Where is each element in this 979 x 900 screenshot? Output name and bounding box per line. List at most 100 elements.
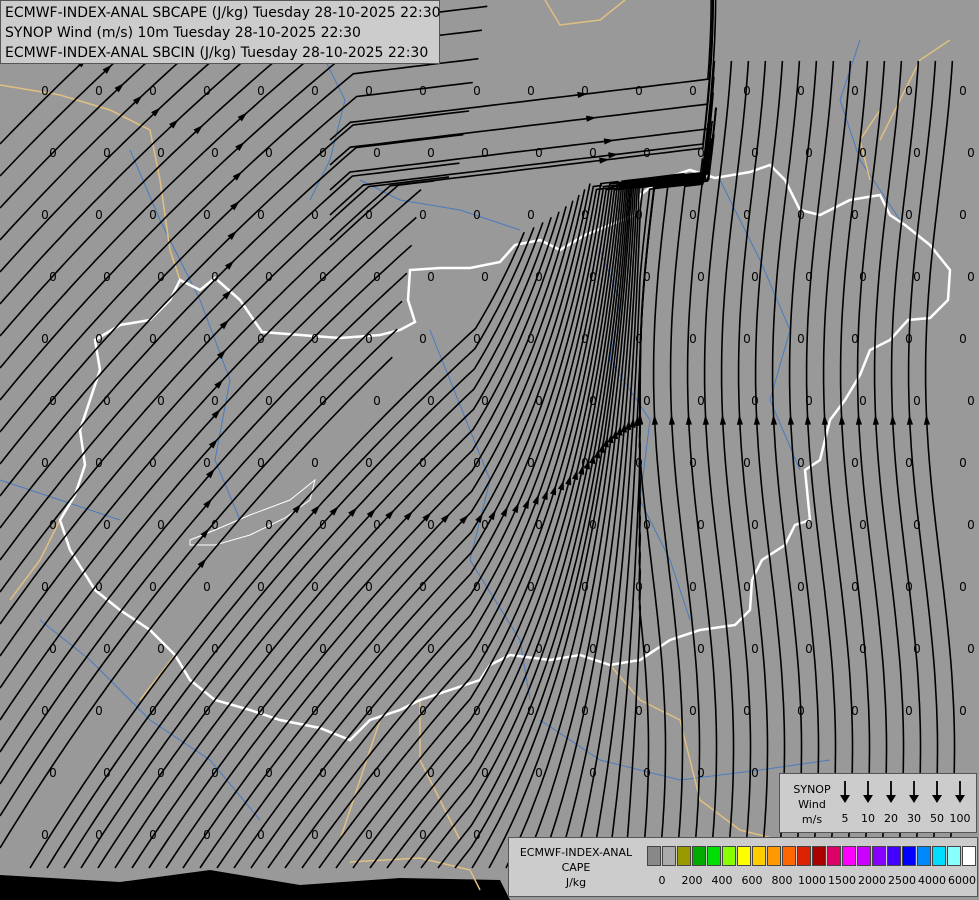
synop-legend-value: 50 [930,812,944,825]
cape-value-label: 0 [751,270,759,284]
cape-value-label: 0 [41,828,49,842]
cape-value-label: 0 [859,642,867,656]
cape-value-label: 0 [581,580,589,594]
wind-arrow-icon [863,781,873,803]
cape-value-label: 0 [103,890,111,900]
cape-value-label: 0 [959,580,967,594]
cape-value-label: 0 [319,270,327,284]
cape-color-swatch [707,846,721,866]
cape-legend-title: ECMWF-INDEX-ANAL CAPE J/kg [511,845,641,890]
cape-value-label: 0 [427,270,435,284]
cape-value-label: 0 [643,642,651,656]
cape-value-label: 0 [905,456,913,470]
cape-value-label: 0 [265,146,273,160]
cape-value-label: 0 [473,828,481,842]
cape-value-label: 0 [311,580,319,594]
cape-value-label: 0 [49,518,57,532]
synop-legend-item: 10 [857,780,879,828]
cape-value-label: 0 [257,332,265,346]
cape-value-label: 0 [635,704,643,718]
synop-legend-value: 10 [861,812,875,825]
cape-value-label: 0 [265,642,273,656]
cape-value-label: 0 [365,208,373,222]
cape-value-label: 0 [365,828,373,842]
cape-color-swatch [722,846,736,866]
weather-map: 0 0 0 0 0 0 0 0 0 0 0 0 0 0 0 0 0 0 0 0 0 0 0 0 0 0 0 0 0 0 0 0 0 0 0 0 0 0 0 0… [0,0,979,900]
cape-value-label: 0 [157,766,165,780]
cape-color-swatch [662,846,676,866]
cape-color-swatch [827,846,841,866]
cape-value-label: 0 [157,270,165,284]
cape-value-label: 0 [527,456,535,470]
cape-value-label: 0 [527,580,535,594]
cape-value-label: 0 [365,332,373,346]
cape-value-label: 0 [319,642,327,656]
synop-legend-item: 20 [880,780,902,828]
cape-value-label: 0 [373,642,381,656]
cape-color-swatch [962,846,976,866]
cape-value-label: 0 [967,518,975,532]
cape-color-swatch [887,846,901,866]
cape-value-label: 0 [481,394,489,408]
cape-value-label: 0 [967,394,975,408]
cape-value-label: 0 [95,828,103,842]
cape-value-label: 0 [427,766,435,780]
cape-color-swatch [752,846,766,866]
cape-value-label: 0 [797,580,805,594]
cape-value-label: 0 [149,704,157,718]
cape-value-label: 0 [427,518,435,532]
cape-value-label: 0 [689,84,697,98]
cape-value-label: 0 [959,456,967,470]
cape-value-label: 0 [905,208,913,222]
cape-value-label: 0 [481,518,489,532]
cape-value-label: 0 [257,580,265,594]
cape-value-label: 0 [697,394,705,408]
cape-value-label: 0 [157,518,165,532]
title-sbcin: ECMWF-INDEX-ANAL SBCIN (J/kg) Tuesday 28… [5,45,429,61]
cape-value-label: 0 [481,146,489,160]
cape-value-label: 0 [589,518,597,532]
cape-value-label: 0 [535,270,543,284]
wind-arrow-icon [840,781,850,803]
cape-value-label: 0 [581,456,589,470]
cape-value-label: 0 [527,704,535,718]
cape-value-label: 0 [419,208,427,222]
cape-color-swatch [842,846,856,866]
cape-value-label: 0 [589,394,597,408]
cape-value-label: 0 [743,208,751,222]
cape-value-label: 0 [967,642,975,656]
cape-value-label: 0 [419,828,427,842]
cape-value-label: 0 [751,394,759,408]
cape-color-swatch [917,846,931,866]
cape-value-label: 0 [905,332,913,346]
cape-value-label: 0 [697,270,705,284]
cape-value-label: 0 [157,146,165,160]
cape-value-label: 0 [95,704,103,718]
cape-value-label: 0 [697,766,705,780]
cape-value-label: 0 [319,146,327,160]
cape-value-label: 0 [211,642,219,656]
cape-color-swatch [692,846,706,866]
cape-value-label: 0 [751,766,759,780]
cape-value-label: 0 [49,146,57,160]
cape-value-label: 0 [527,332,535,346]
cape-value-label: 0 [481,642,489,656]
cape-value-label: 0 [581,84,589,98]
cape-value-label: 0 [959,332,967,346]
cape-value-label: 0 [365,580,373,594]
cape-value-label: 0 [211,766,219,780]
cape-value-label: 0 [643,146,651,160]
cape-value-label: 0 [365,704,373,718]
cape-value-label: 0 [95,456,103,470]
cape-value-label: 0 [149,828,157,842]
cape-value-label: 0 [697,146,705,160]
cape-value-label: 0 [203,704,211,718]
cape-value-label: 0 [913,518,921,532]
cape-value-label: 0 [373,394,381,408]
cape-value-label: 0 [41,84,49,98]
cape-value-label: 0 [311,208,319,222]
synop-legend-value: 30 [907,812,921,825]
cape-value-label: 0 [427,394,435,408]
cape-legend-tick: 6000 [948,874,976,887]
cape-value-label: 0 [535,642,543,656]
